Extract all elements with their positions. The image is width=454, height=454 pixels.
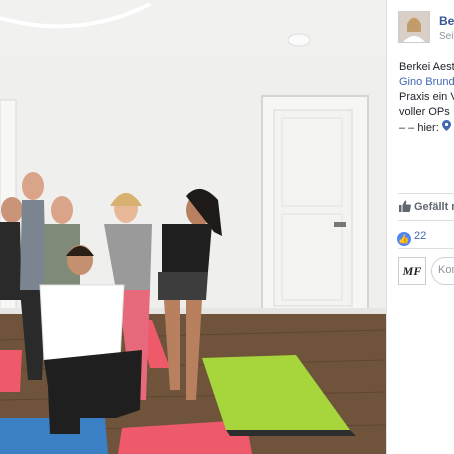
reactions-summary[interactable]: 👍 22 bbox=[397, 230, 426, 246]
location-pin-icon[interactable] bbox=[441, 120, 451, 131]
post-text-line: Praxis ein V bbox=[399, 91, 454, 103]
post-text: Berkei Aest Gino Brund Praxis ein V voll… bbox=[399, 60, 454, 135]
like-button[interactable]: Gefällt m bbox=[399, 200, 454, 213]
post-text-line: Berkei Aest bbox=[399, 61, 454, 73]
divider bbox=[398, 248, 454, 249]
commenter-avatar[interactable]: MF bbox=[398, 257, 426, 285]
group-photo-image bbox=[0, 0, 386, 454]
like-reaction-icon: 👍 bbox=[397, 232, 411, 246]
page-avatar-image bbox=[399, 12, 429, 42]
thumbs-up-icon bbox=[399, 200, 411, 212]
like-button-label: Gefällt m bbox=[414, 201, 454, 213]
post-text-line: voller OPs bbox=[399, 106, 450, 118]
page-name-link[interactable]: Berl bbox=[439, 14, 454, 28]
post-side-panel: Berl Seit Berkei Aest Gino Brund Praxis … bbox=[386, 0, 454, 454]
post-text-prefix: – – hier: bbox=[399, 122, 439, 134]
page-subtitle: Seit bbox=[439, 31, 454, 42]
post-photo[interactable] bbox=[0, 0, 386, 454]
page-avatar[interactable] bbox=[398, 11, 430, 43]
tagged-person-link[interactable]: Gino Brund bbox=[399, 75, 454, 90]
post-text-line: – – hier: bbox=[399, 120, 454, 135]
divider bbox=[398, 220, 454, 221]
reactions-count: 22 bbox=[414, 230, 427, 242]
divider bbox=[398, 193, 454, 194]
comment-input[interactable]: Kom bbox=[431, 257, 454, 285]
